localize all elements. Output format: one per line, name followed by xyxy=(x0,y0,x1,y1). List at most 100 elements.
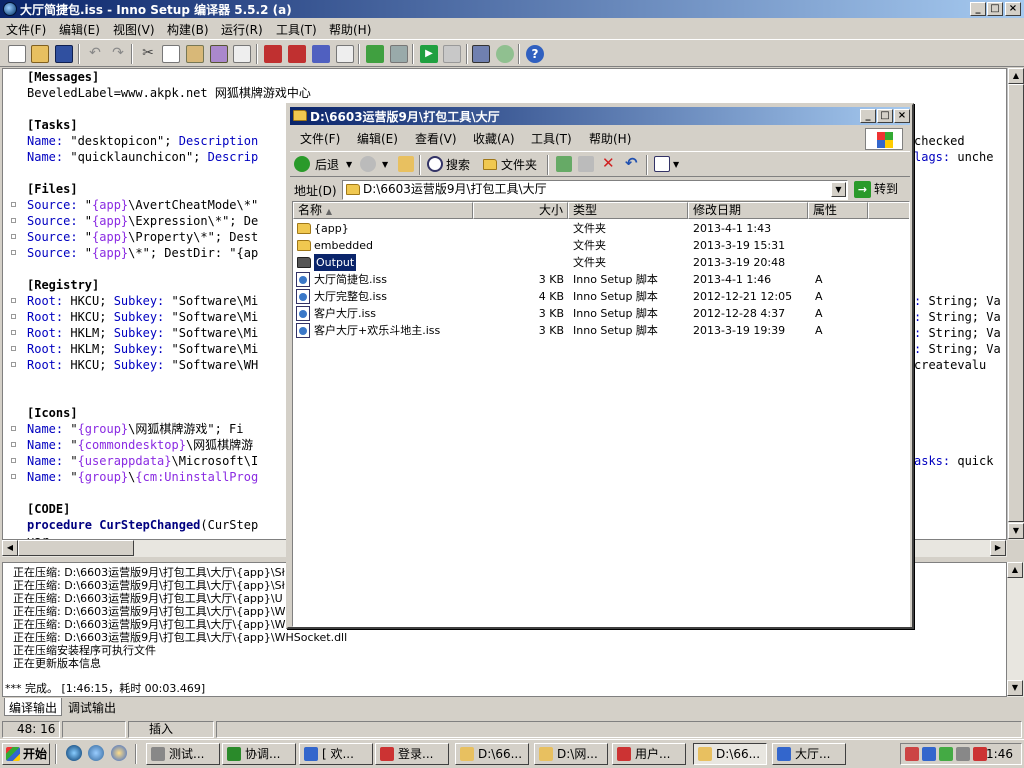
tray-app-icon[interactable] xyxy=(905,747,919,761)
menu-build[interactable]: 构建(B) xyxy=(167,21,209,38)
file-row[interactable]: 客户大厅.iss 3 KB Inno Setup 脚本 2012-12-28 4:37… xyxy=(293,305,909,322)
column-date[interactable]: 修改日期 xyxy=(688,202,808,219)
menu-tools[interactable]: 工具(T) xyxy=(276,21,317,38)
tray-network-icon[interactable] xyxy=(922,747,936,761)
breakpoint-marker[interactable] xyxy=(11,218,16,223)
maximize-button[interactable]: □ xyxy=(987,2,1003,16)
ie-icon[interactable] xyxy=(66,745,82,761)
editor-vertical-scrollbar[interactable]: ▲ ▼ xyxy=(1007,68,1024,540)
views-icon[interactable] xyxy=(654,156,670,172)
breakpoint-marker[interactable] xyxy=(11,234,16,239)
views-dropdown-icon[interactable]: ▼ xyxy=(673,160,679,169)
menu-edit[interactable]: 编辑(E) xyxy=(59,21,100,38)
setup-icon[interactable] xyxy=(390,45,408,63)
file-row[interactable]: 大厅简捷包.iss 3 KB Inno Setup 脚本 2013-4-1 1:46 A xyxy=(293,271,909,288)
file-row[interactable]: {app} 文件夹 2013-4-1 1:43 xyxy=(293,220,909,237)
ex-menu-favorites[interactable]: 收藏(A) xyxy=(473,130,515,147)
forward-icon[interactable] xyxy=(360,156,376,172)
menu-view[interactable]: 视图(V) xyxy=(113,21,155,38)
ex-menu-help[interactable]: 帮助(H) xyxy=(589,130,631,147)
run-icon[interactable]: ▶ xyxy=(420,45,438,63)
taskbar-button[interactable]: D:\66... xyxy=(693,743,767,765)
back-dropdown-icon[interactable]: ▼ xyxy=(346,160,352,169)
go-button[interactable]: → 转到 xyxy=(852,180,908,200)
menu-run[interactable]: 运行(R) xyxy=(221,21,263,38)
ex-menu-tools[interactable]: 工具(T) xyxy=(531,130,572,147)
hscroll-thumb[interactable] xyxy=(18,540,134,556)
column-attributes[interactable]: 属性 xyxy=(808,202,868,219)
file-row[interactable]: Output 文件夹 2013-3-19 20:48 xyxy=(293,253,909,272)
pause-icon[interactable] xyxy=(443,45,461,63)
taskbar-button[interactable]: 测试... xyxy=(146,743,220,765)
undo-icon[interactable]: ↶ xyxy=(625,154,638,172)
clear-icon[interactable] xyxy=(210,45,228,63)
build-icon[interactable] xyxy=(312,45,330,63)
breakpoint-marker[interactable] xyxy=(11,202,16,207)
breakpoint-marker[interactable] xyxy=(11,442,16,447)
paste-icon[interactable] xyxy=(186,45,204,63)
breakpoint-marker[interactable] xyxy=(11,314,16,319)
target-icon[interactable] xyxy=(366,45,384,63)
copy-icon[interactable] xyxy=(162,45,180,63)
scroll-thumb[interactable] xyxy=(1008,84,1024,522)
taskbar-button[interactable]: [ 欢... xyxy=(299,743,373,765)
ex-menu-view[interactable]: 查看(V) xyxy=(415,130,457,147)
menu-help[interactable]: 帮助(H) xyxy=(329,21,371,38)
taskbar-button[interactable]: 用户... xyxy=(612,743,686,765)
scroll-right-icon[interactable]: ▶ xyxy=(990,540,1006,556)
find-icon[interactable] xyxy=(233,45,251,63)
explorer-maximize-button[interactable]: □ xyxy=(877,109,893,123)
ex-menu-file[interactable]: 文件(F) xyxy=(300,130,340,147)
tray-shield-icon[interactable] xyxy=(939,747,953,761)
copy-to-icon[interactable] xyxy=(578,156,594,172)
options-icon[interactable] xyxy=(336,45,354,63)
undo-icon[interactable]: ↶ xyxy=(86,45,104,63)
address-input[interactable]: D:\6603运营版9月\打包工具\大厅 ▼ xyxy=(342,180,848,200)
column-name[interactable]: 名称 ▲ xyxy=(293,202,473,219)
taskbar-button[interactable]: D:\网... xyxy=(534,743,608,765)
file-list[interactable]: 名称 ▲ 大小 类型 修改日期 属性 {app} 文件夹 2013-4-1 1:43… xyxy=(292,201,910,627)
back-icon[interactable] xyxy=(294,156,310,172)
folders-icon[interactable] xyxy=(483,159,497,170)
open-folder-icon[interactable] xyxy=(31,45,49,63)
tray-volume-icon[interactable] xyxy=(956,747,970,761)
explorer-minimize-button[interactable]: _ xyxy=(860,109,876,123)
scroll-left-icon[interactable]: ◀ xyxy=(2,540,18,556)
file-row[interactable]: 客户大厅+欢乐斗地主.iss 3 KB Inno Setup 脚本 2013-3-19… xyxy=(293,322,909,339)
start-button[interactable]: 开始 xyxy=(2,743,50,765)
search-button[interactable]: 搜索 xyxy=(446,156,470,173)
browser-icon[interactable] xyxy=(88,745,104,761)
output-vertical-scrollbar[interactable]: ▲ ▼ xyxy=(1007,562,1024,697)
search-icon[interactable] xyxy=(427,156,443,172)
taskbar-button[interactable]: D:\66... xyxy=(455,743,529,765)
breakpoint-marker[interactable] xyxy=(11,346,16,351)
clock[interactable]: 1:46 xyxy=(986,747,1013,761)
folders-button[interactable]: 文件夹 xyxy=(501,156,537,173)
taskbar-button[interactable]: 登录... xyxy=(375,743,449,765)
desktop-icon[interactable] xyxy=(111,745,127,761)
scroll-up-icon[interactable]: ▲ xyxy=(1008,68,1024,84)
breakpoint-marker[interactable] xyxy=(11,458,16,463)
address-dropdown-icon[interactable]: ▼ xyxy=(831,182,846,197)
cut-icon[interactable]: ✂ xyxy=(139,45,157,63)
step-icon[interactable] xyxy=(472,45,490,63)
back-button[interactable]: 后退 xyxy=(315,156,339,173)
breakpoint-marker[interactable] xyxy=(11,426,16,431)
menu-file[interactable]: 文件(F) xyxy=(6,21,46,38)
breakpoint-marker[interactable] xyxy=(11,250,16,255)
tab-compiler-output[interactable]: 编译输出 xyxy=(4,698,63,716)
ex-menu-edit[interactable]: 编辑(E) xyxy=(357,130,398,147)
app-titlebar[interactable]: 大厅简捷包.iss - Inno Setup 编译器 5.5.2 (a) _ □… xyxy=(0,0,1024,18)
redo-icon[interactable]: ↷ xyxy=(109,45,127,63)
breakpoint-marker[interactable] xyxy=(11,330,16,335)
up-folder-icon[interactable] xyxy=(398,156,414,172)
column-type[interactable]: 类型 xyxy=(568,202,688,219)
breakpoint-marker[interactable] xyxy=(11,474,16,479)
explorer-close-button[interactable]: × xyxy=(894,109,910,123)
new-file-icon[interactable] xyxy=(8,45,26,63)
minimize-button[interactable]: _ xyxy=(970,2,986,16)
move-to-icon[interactable] xyxy=(556,156,572,172)
breakpoint-marker[interactable] xyxy=(11,298,16,303)
explorer-window[interactable]: D:\6603运营版9月\打包工具\大厅 _ □ × 文件(F) 编辑(E) 查… xyxy=(286,103,914,629)
refresh-icon[interactable] xyxy=(496,45,514,63)
